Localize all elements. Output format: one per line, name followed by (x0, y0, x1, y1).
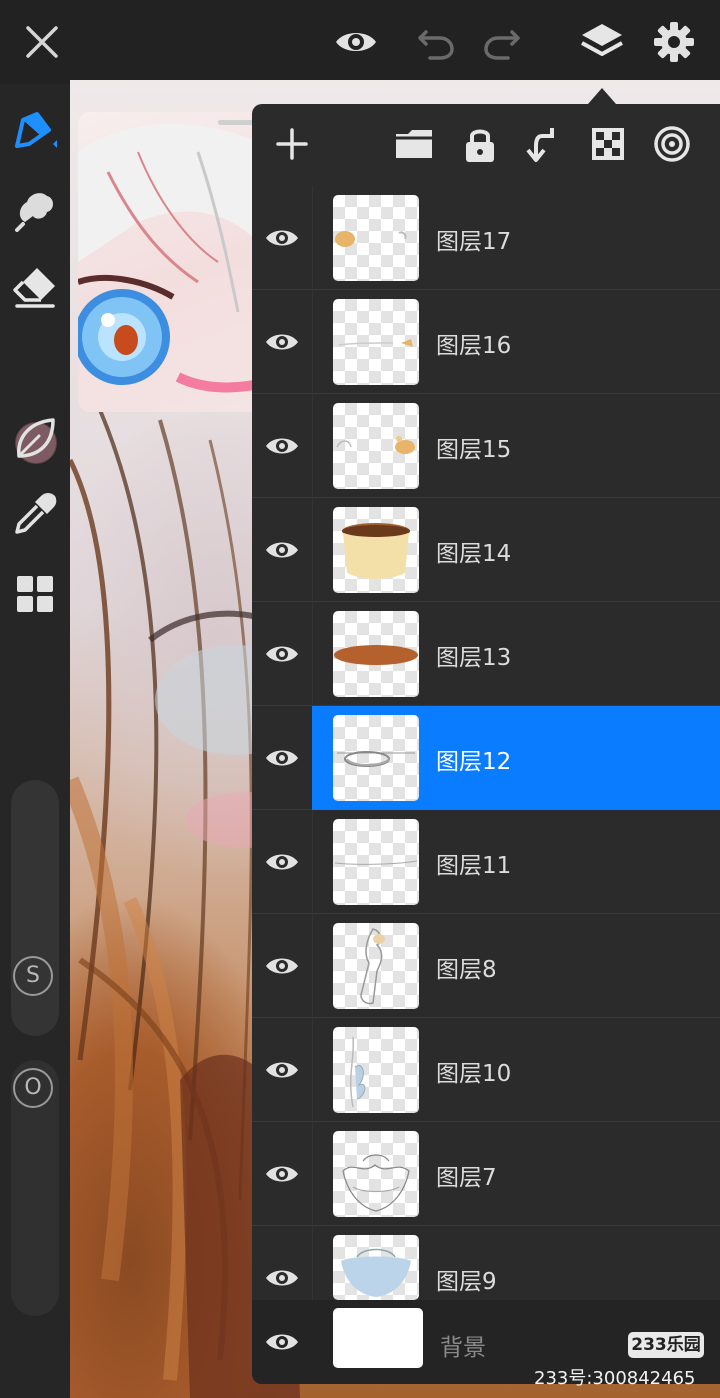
leaf-selection-icon[interactable] (11, 414, 59, 462)
layer-visibility-eye-icon[interactable] (264, 844, 300, 880)
layer-row[interactable]: 图层8 (252, 914, 720, 1018)
layers-panel: 图层17 图层16 图层15 图层14 图层13 图层12 图层11 图层8 图… (252, 104, 720, 1384)
layer-visibility-eye-icon[interactable] (264, 220, 300, 256)
eyedropper-icon[interactable] (11, 490, 59, 538)
layer-name: 图层14 (436, 541, 512, 567)
brush-size-slider[interactable]: S (11, 780, 59, 1036)
layer-name: 图层16 (436, 333, 512, 359)
layer-thumbnail (333, 923, 419, 1009)
layer-name: 图层9 (436, 1269, 497, 1295)
smudge-icon[interactable] (11, 184, 59, 232)
gear-icon[interactable] (650, 18, 698, 66)
layer-row[interactable]: 图层15 (252, 394, 720, 498)
layer-row-selected[interactable]: 图层12 (252, 706, 720, 810)
row-divider (312, 394, 313, 498)
layer-thumbnail (333, 299, 419, 385)
grid-icon[interactable] (11, 570, 59, 618)
brush-icon[interactable] (11, 106, 59, 154)
add-layer-icon[interactable] (270, 122, 314, 166)
row-divider (312, 1122, 313, 1226)
layer-row[interactable]: 图层11 (252, 810, 720, 914)
eye-icon[interactable] (332, 18, 380, 66)
layer-name: 图层11 (436, 853, 512, 879)
layer-row[interactable]: 图层10 (252, 1018, 720, 1122)
layer-visibility-eye-icon[interactable] (264, 1052, 300, 1088)
layer-visibility-eye-icon[interactable] (264, 1260, 300, 1296)
opacity-label: O (13, 1068, 53, 1108)
layer-row[interactable]: 图层9 (252, 1226, 720, 1330)
layers-icon[interactable] (578, 18, 626, 66)
layer-row[interactable]: 图层7 (252, 1122, 720, 1226)
layer-thumbnail (333, 1027, 419, 1113)
layer-row[interactable]: 图层13 (252, 602, 720, 706)
background-layer-name: 背景 (440, 1335, 486, 1361)
layer-name: 图层8 (436, 957, 497, 983)
watermark-logo: 233乐园 (628, 1332, 704, 1358)
redo-icon[interactable] (478, 18, 526, 66)
layer-name: 图层12 (436, 749, 512, 775)
layer-thumbnail (333, 195, 419, 281)
layer-name: 图层17 (436, 229, 512, 255)
layer-visibility-eye-icon[interactable] (264, 740, 300, 776)
layer-thumbnail (333, 1235, 419, 1300)
eraser-icon[interactable] (11, 262, 59, 310)
brush-opacity-slider[interactable]: O (11, 1060, 59, 1316)
layer-name: 图层15 (436, 437, 512, 463)
row-divider (312, 498, 313, 602)
layer-visibility-eye-icon[interactable] (264, 532, 300, 568)
top-bar (0, 0, 720, 84)
layer-visibility-eye-icon[interactable] (264, 428, 300, 464)
layer-thumbnail (333, 715, 419, 801)
layer-thumbnail (333, 819, 419, 905)
transparency-icon[interactable] (586, 122, 630, 166)
size-label: S (13, 956, 53, 996)
lock-icon[interactable] (458, 122, 502, 166)
layer-row[interactable]: 图层17 (252, 186, 720, 290)
row-divider (312, 186, 313, 290)
folder-icon[interactable] (392, 122, 436, 166)
layer-name: 图层10 (436, 1061, 512, 1087)
row-divider (312, 290, 313, 394)
background-thumbnail (333, 1308, 423, 1368)
layers-panel-pointer (588, 88, 616, 104)
row-divider (312, 810, 313, 914)
layer-row[interactable]: 图层16 (252, 290, 720, 394)
row-divider (312, 1018, 313, 1122)
close-icon[interactable] (18, 18, 66, 66)
layer-name: 图层13 (436, 645, 512, 671)
layer-visibility-eye-icon[interactable] (264, 636, 300, 672)
layer-visibility-eye-icon[interactable] (264, 948, 300, 984)
layer-thumbnail (333, 403, 419, 489)
watermark-id: 233号:300842465 (534, 1368, 696, 1389)
layers-toolbar (252, 104, 720, 186)
undo-icon[interactable] (412, 18, 460, 66)
layer-thumbnail (333, 507, 419, 593)
layer-visibility-eye-icon[interactable] (264, 324, 300, 360)
layer-row[interactable]: 图层14 (252, 498, 720, 602)
row-divider (312, 914, 313, 1018)
layer-name: 图层7 (436, 1165, 497, 1191)
mask-icon[interactable] (650, 122, 694, 166)
layer-thumbnail (333, 1131, 419, 1217)
merge-down-icon[interactable] (522, 122, 566, 166)
layer-visibility-eye-icon[interactable] (264, 1324, 300, 1360)
layer-visibility-eye-icon[interactable] (264, 1156, 300, 1192)
row-divider (312, 602, 313, 706)
layer-thumbnail (333, 611, 419, 697)
